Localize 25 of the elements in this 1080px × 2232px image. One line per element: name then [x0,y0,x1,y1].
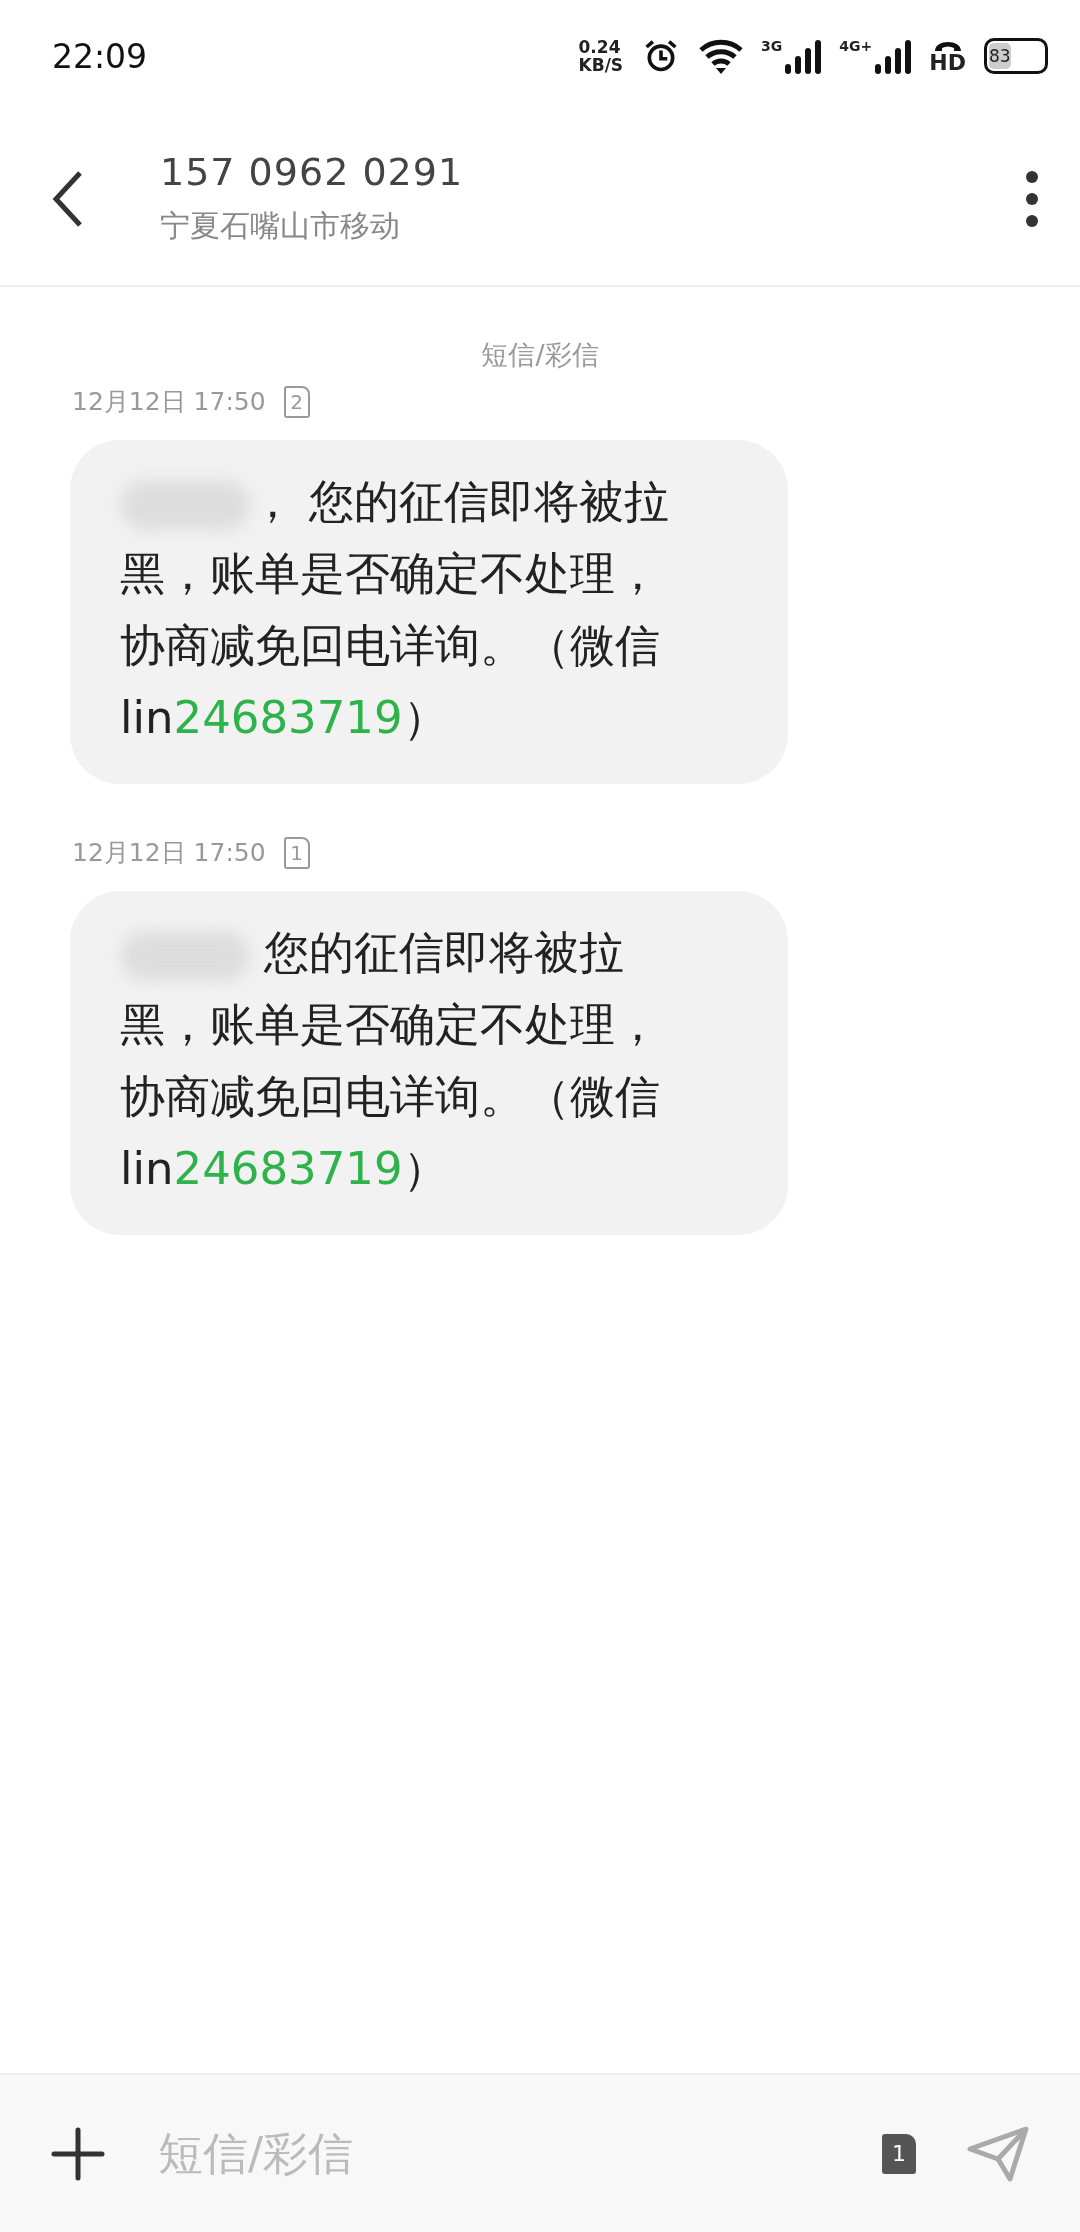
battery-level: 83 [989,43,1011,69]
contact-location: 宁夏石嘴山市移动 [160,207,401,245]
channel-label: 短信/彩信 [481,338,599,372]
signal-icon [785,40,822,74]
network-type-label: 3G [761,38,783,54]
add-icon[interactable] [50,2125,106,2182]
sim-badge: 2 [283,385,310,418]
signal-icon [875,40,912,74]
network-speed: 0.24 KB/S [578,38,624,74]
phone-icon [932,39,963,53]
clock-time: 22:09 [52,36,148,76]
network-type-label: 4G+ [839,38,873,54]
message-text: ， 您的征信即将被拉黑，账单是否确定不处理，协商减免回电详询。（微信lin24683719） [120,474,671,746]
message-bubble[interactable]: ， 您的征信即将被拉黑，账单是否确定不处理，协商减免回电详询。（微信lin24683719） [70,440,788,784]
message-bubble[interactable]: 您的征信即将被拉黑，账单是否确定不处理，协商减免回电详询。（微信lin24683719） [70,891,788,1235]
wifi-icon [699,38,744,74]
message-input[interactable]: 短信/彩信 [156,2126,832,2181]
contact-number: 157 0962 0291 [160,150,465,194]
more-icon[interactable] [1024,168,1040,229]
message-text: 您的征信即将被拉黑，账单是否确定不处理，协商减免回电详询。（微信lin24683719） [120,925,661,1197]
hd-label: HD [929,53,966,73]
sim-badge: 1 [283,836,310,869]
sim-badge[interactable]: 1 [882,2133,916,2174]
message-time: 12月12日 17:50 [72,386,266,418]
message-time: 12月12日 17:50 [72,837,266,869]
